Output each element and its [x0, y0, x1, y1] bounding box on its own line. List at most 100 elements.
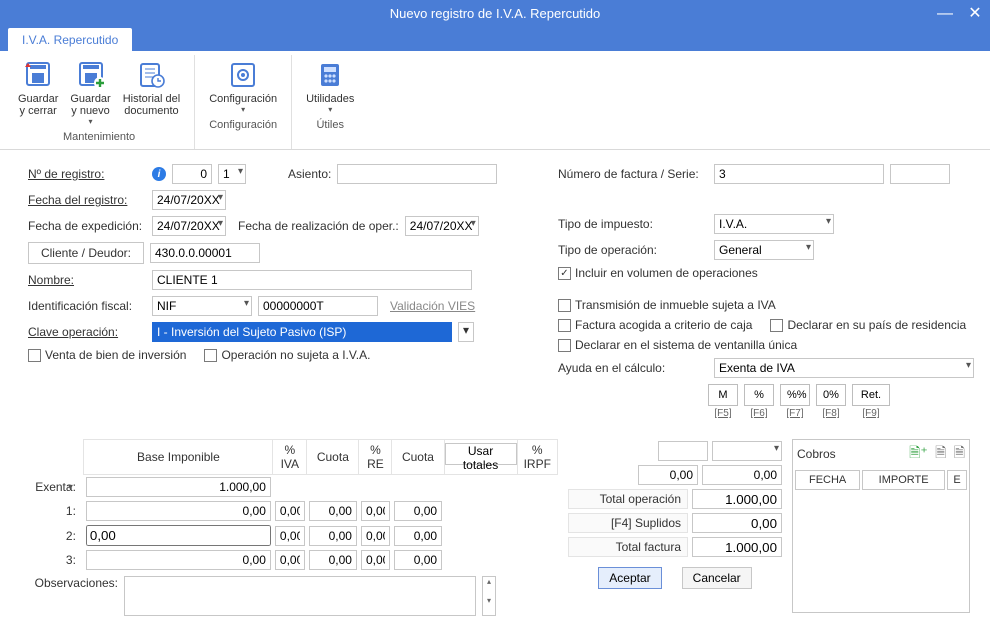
- validacion-vies-link[interactable]: Validación VIES: [390, 299, 475, 313]
- nreg-serie-select[interactable]: [218, 164, 246, 184]
- r1-piva[interactable]: [275, 501, 305, 521]
- col-cuota: Cuota: [307, 440, 359, 475]
- fecha-reg-input[interactable]: [152, 190, 226, 210]
- r1-pre[interactable]: [361, 501, 390, 521]
- utilidades-button[interactable]: Utilidades ▾: [300, 57, 360, 116]
- cobros-panel: Cobros 🗎⁺ 🗎 🗎 FECHA IMPORTE E: [792, 439, 970, 613]
- info-icon[interactable]: i: [152, 167, 166, 181]
- tipo-imp-select[interactable]: [714, 214, 834, 234]
- chk-venta-inversion[interactable]: Venta de bien de inversión: [28, 348, 186, 362]
- fecha-exp-input[interactable]: [152, 216, 226, 236]
- close-button[interactable]: ✕: [960, 0, 990, 28]
- asiento-input[interactable]: [337, 164, 497, 184]
- ayuda-select[interactable]: [714, 358, 974, 378]
- r3-base[interactable]: [86, 550, 271, 570]
- r3-piva[interactable]: [275, 550, 305, 570]
- r2-cuota2[interactable]: [394, 526, 442, 546]
- configuracion-button[interactable]: Configuración ▾: [203, 57, 283, 116]
- cliente-deudor-button[interactable]: Cliente / Deudor:: [28, 242, 144, 264]
- ident-val-input[interactable]: [258, 296, 378, 316]
- nreg-label: Nº de registro:: [28, 167, 146, 181]
- historial-button[interactable]: Historial del documento: [117, 57, 186, 128]
- tab-iva-repercutido[interactable]: I.V.A. Repercutido: [8, 28, 132, 51]
- calc-pct-button[interactable]: %: [744, 384, 774, 406]
- r3-cuota2[interactable]: [394, 550, 442, 570]
- amounts-grid: Base Imponible % IVA Cuota % RE Cuota Us…: [28, 439, 558, 616]
- save-close-icon: [22, 59, 54, 91]
- tab-strip: I.V.A. Repercutido: [0, 28, 990, 51]
- suplidos-label: [F4] Suplidos: [568, 513, 688, 533]
- r3-pre[interactable]: [361, 550, 390, 570]
- irpf-cuota[interactable]: [638, 465, 698, 485]
- dropdown-caret-icon: ▾: [89, 117, 93, 126]
- r3-cuota[interactable]: [309, 550, 357, 570]
- dropdown-caret-icon: ▾: [328, 105, 332, 114]
- row-2-label: 2:: [28, 523, 84, 548]
- f8-label: [F8]: [816, 408, 846, 419]
- total-oper-value[interactable]: [692, 489, 782, 509]
- aceptar-button[interactable]: Aceptar: [598, 567, 661, 589]
- tipo-oper-select[interactable]: [714, 240, 814, 260]
- add-cobro-icon[interactable]: 🗎⁺: [909, 444, 928, 460]
- r1-cuota2[interactable]: [394, 501, 442, 521]
- r1-cuota[interactable]: [309, 501, 357, 521]
- chk-transmision[interactable]: Transmisión de inmueble sujeta a IVA: [558, 298, 776, 312]
- ribbon-group-configuracion: Configuración: [209, 116, 277, 135]
- serie-input[interactable]: [890, 164, 950, 184]
- row-3-label: 3:: [28, 548, 84, 572]
- exenta-base-input[interactable]: [86, 477, 271, 497]
- obs-spinner[interactable]: ▴▾: [482, 576, 496, 616]
- calc-m-button[interactable]: M: [708, 384, 738, 406]
- clave-dropdown-button[interactable]: ▾: [458, 322, 474, 342]
- total-fac-value[interactable]: [692, 537, 782, 557]
- usar-totales-button[interactable]: Usar totales: [445, 443, 517, 465]
- guardar-nuevo-button[interactable]: Guardar y nuevo ▾: [64, 57, 116, 128]
- total-oper-label: Total operación: [568, 489, 688, 509]
- ret-cuota[interactable]: [702, 465, 782, 485]
- chk-volumen[interactable]: ✓Incluir en volumen de operaciones: [558, 266, 758, 280]
- fecha-oper-label: Fecha de realización de oper.:: [238, 219, 399, 233]
- nombre-input[interactable]: [152, 270, 472, 290]
- calc-0pct-button[interactable]: 0%: [816, 384, 846, 406]
- calculator-icon: [314, 59, 346, 91]
- ret-type-select[interactable]: [712, 441, 782, 461]
- cobros-col-e: E: [947, 470, 967, 490]
- ident-label: Identificación fiscal:: [28, 299, 146, 313]
- row-exenta-label[interactable]: Exenta:: [35, 480, 76, 494]
- tipo-oper-label: Tipo de operación:: [558, 243, 708, 257]
- calc-ret-button[interactable]: Ret.: [852, 384, 890, 406]
- delete-cobro-icon[interactable]: 🗎: [954, 444, 965, 460]
- dropdown-caret-icon: ▾: [241, 105, 245, 114]
- r1-base[interactable]: [86, 501, 271, 521]
- r2-pre[interactable]: [361, 526, 390, 546]
- clave-operacion-value[interactable]: I - Inversión del Sujeto Pasivo (ISP): [152, 322, 452, 342]
- r2-base[interactable]: [86, 525, 271, 546]
- chk-pais-label: Declarar en su país de residencia: [787, 318, 966, 332]
- nombre-label: Nombre:: [28, 273, 146, 287]
- ident-tipo-select[interactable]: [152, 296, 252, 316]
- suplidos-value[interactable]: [692, 513, 782, 533]
- cobros-body[interactable]: [793, 492, 969, 612]
- irpf-value[interactable]: [658, 441, 708, 461]
- col-piva: % IVA: [273, 440, 307, 475]
- chk-ventanilla[interactable]: Declarar en el sistema de ventanilla úni…: [558, 338, 797, 352]
- clave-label: Clave operación:: [28, 325, 146, 339]
- f6-label: [F6]: [744, 408, 774, 419]
- minimize-button[interactable]: —: [930, 0, 960, 28]
- chk-pais[interactable]: Declarar en su país de residencia: [770, 318, 966, 332]
- chk-no-sujeta[interactable]: Operación no sujeta a I.V.A.: [204, 348, 370, 362]
- guardar-cerrar-button[interactable]: Guardar y cerrar: [12, 57, 64, 128]
- chk-caja[interactable]: Factura acogida a criterio de caja: [558, 318, 752, 332]
- obs-textarea[interactable]: [124, 576, 476, 616]
- edit-cobro-icon[interactable]: 🗎: [935, 444, 946, 460]
- r2-piva[interactable]: [275, 526, 305, 546]
- nreg-input[interactable]: [172, 164, 212, 184]
- cliente-value-input[interactable]: [150, 243, 260, 263]
- cobros-col-fecha: FECHA: [795, 470, 860, 490]
- fecha-oper-input[interactable]: [405, 216, 479, 236]
- numfac-input[interactable]: [714, 164, 884, 184]
- cancelar-button[interactable]: Cancelar: [682, 567, 752, 589]
- calc-pctpct-button[interactable]: %%: [780, 384, 810, 406]
- ribbon-group-mantenimiento: Mantenimiento: [63, 128, 135, 147]
- r2-cuota[interactable]: [309, 526, 357, 546]
